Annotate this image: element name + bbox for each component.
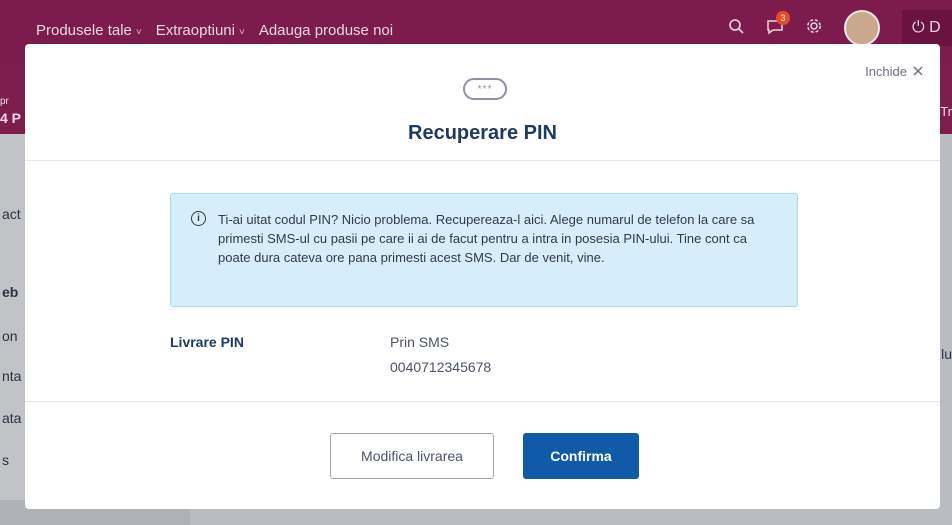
left-item: act bbox=[2, 206, 21, 222]
divider bbox=[25, 160, 940, 161]
close-icon bbox=[913, 64, 923, 79]
gear-icon[interactable] bbox=[806, 18, 822, 39]
power-icon: ⏻ bbox=[912, 19, 925, 36]
delivery-method: Prin SMS bbox=[390, 334, 450, 350]
chat-icon[interactable]: 3 bbox=[766, 10, 790, 40]
left-item: on bbox=[2, 328, 18, 344]
confirm-button[interactable]: Confirma bbox=[523, 433, 639, 479]
nav-item-adauga[interactable]: Adauga produse noi bbox=[259, 22, 393, 39]
left-item: s bbox=[2, 452, 9, 468]
nav-item-extraoptiuni[interactable]: Extraoptiuni ˅ bbox=[156, 22, 245, 39]
delivery-label: Livrare PIN bbox=[170, 334, 244, 350]
background-right-item: lu bbox=[941, 346, 952, 362]
stats-value: 4 P bbox=[0, 110, 22, 126]
info-text: Ti-ai uitat codul PIN? Nicio problema. R… bbox=[218, 212, 755, 265]
close-label: Inchide bbox=[865, 64, 907, 79]
delivery-phone: 0040712345678 bbox=[390, 359, 492, 375]
left-item: ata bbox=[2, 410, 22, 426]
pin-icon: *** bbox=[463, 78, 507, 100]
search-icon[interactable] bbox=[728, 18, 744, 39]
top-nav-menu: Produsele tale ˅ Extraoptiuni ˅ Adauga pro… bbox=[36, 22, 393, 39]
chevron-down-icon: ˅ bbox=[135, 27, 142, 38]
stats-label: pr bbox=[0, 96, 9, 107]
notification-badge: 3 bbox=[776, 10, 790, 25]
modal-title: Recuperare PIN bbox=[408, 122, 557, 144]
nav-item-produse[interactable]: Produsele tale ˅ bbox=[36, 22, 142, 39]
top-icons: 3 ⏻ D bbox=[728, 10, 952, 46]
left-item: nta bbox=[2, 368, 22, 384]
stats-right-label: Tr bbox=[940, 104, 952, 119]
close-button[interactable]: Inchide bbox=[865, 64, 923, 79]
modify-delivery-button[interactable]: Modifica livrarea bbox=[330, 433, 494, 479]
chevron-down-icon: ˅ bbox=[238, 27, 245, 38]
info-alert: i Ti-ai uitat codul PIN? Nicio problema.… bbox=[170, 193, 798, 307]
left-item: eb bbox=[2, 284, 19, 300]
logout-button[interactable]: ⏻ D bbox=[902, 10, 952, 46]
recover-pin-modal: Inchide *** Recuperare PIN i Ti-ai uitat… bbox=[25, 44, 940, 509]
background-left-column: act eb on nta ata s bbox=[0, 134, 26, 525]
info-icon: i bbox=[191, 211, 206, 226]
avatar[interactable] bbox=[844, 10, 880, 46]
divider bbox=[25, 401, 940, 402]
